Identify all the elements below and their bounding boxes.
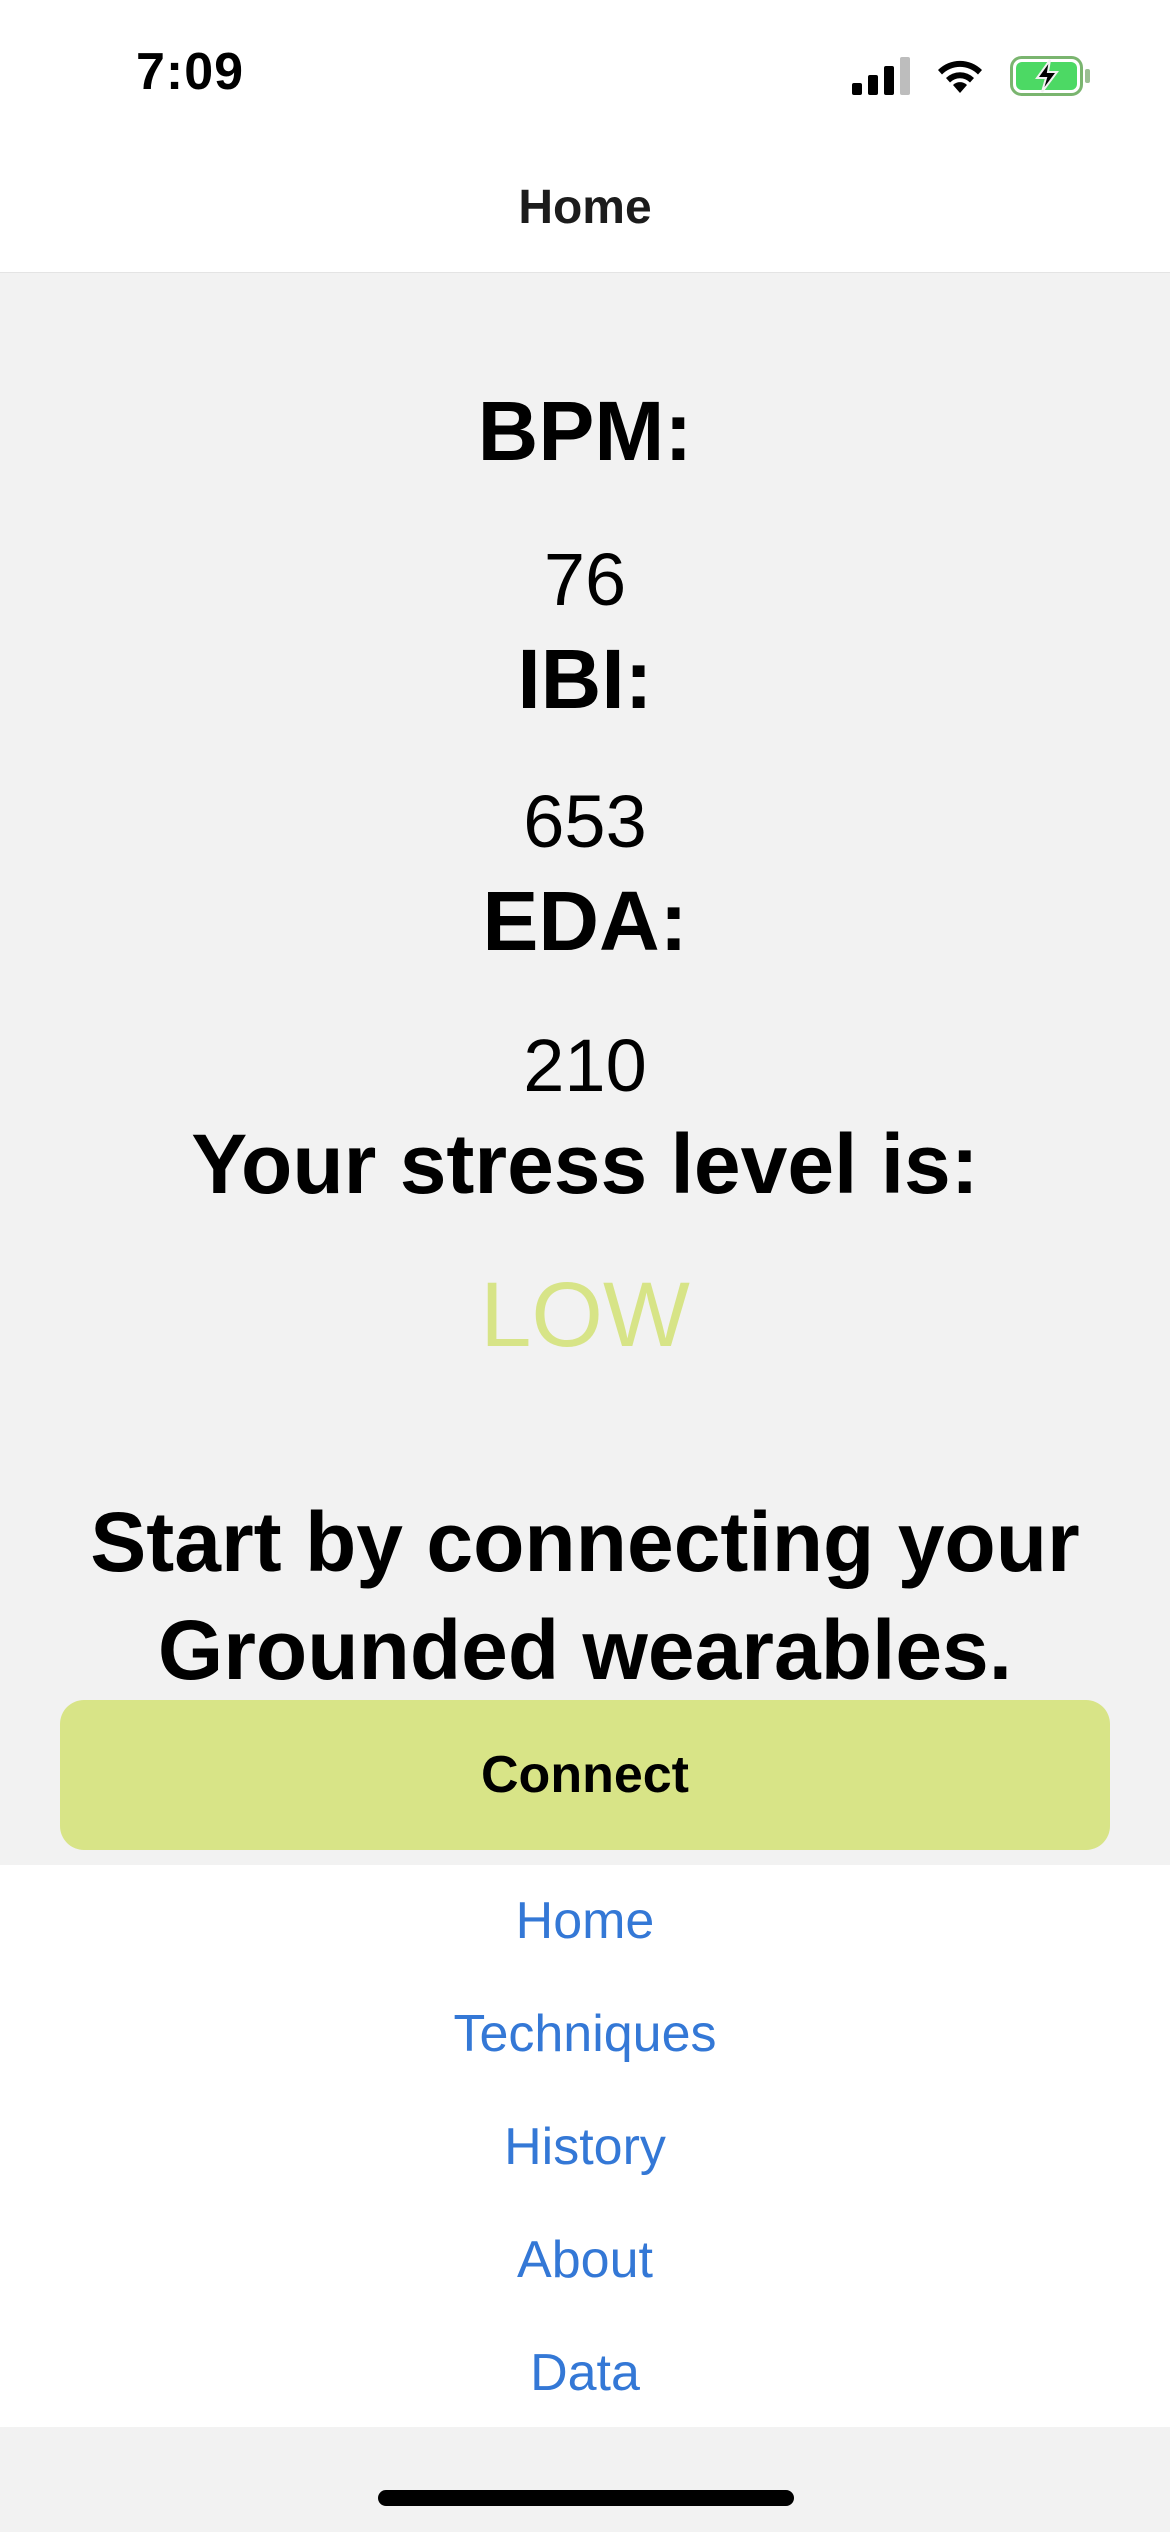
battery-charging-icon (1010, 56, 1092, 101)
connect-button[interactable]: Connect (60, 1700, 1110, 1850)
status-time: 7:09 (136, 43, 245, 101)
stress-level-value: LOW (480, 1264, 690, 1366)
wifi-icon (934, 57, 986, 100)
home-indicator-area (0, 2427, 1170, 2532)
connect-prompt: Start by connecting your Grounded wearab… (90, 1495, 1080, 1697)
eda-label: EDA: (482, 874, 688, 968)
home-indicator[interactable] (378, 2490, 794, 2506)
ibi-value: 653 (523, 780, 647, 863)
nav-link-history[interactable]: History (0, 2117, 1170, 2177)
cellular-signal-icon (852, 57, 910, 100)
nav-link-data[interactable]: Data (0, 2343, 1170, 2403)
nav-link-about[interactable]: About (0, 2230, 1170, 2290)
status-icons (852, 56, 1092, 101)
bpm-label: BPM: (477, 384, 693, 478)
page-title: Home (518, 181, 652, 234)
nav-link-home[interactable]: Home (0, 1891, 1170, 1951)
bpm-value: 76 (543, 538, 627, 621)
stress-level-label: Your stress level is: (191, 1117, 979, 1211)
ibi-label: IBI: (517, 632, 653, 726)
status-bar: 7:09 (0, 0, 1170, 150)
nav-link-techniques[interactable]: Techniques (0, 2004, 1170, 2064)
bottom-navigation: Home Techniques History About Data (0, 1865, 1170, 2427)
navigation-header: Home (0, 150, 1170, 273)
main-content: BPM: 76 IBI: 653 EDA: 210 Your stress le… (0, 273, 1170, 1865)
eda-value: 210 (523, 1024, 647, 1107)
